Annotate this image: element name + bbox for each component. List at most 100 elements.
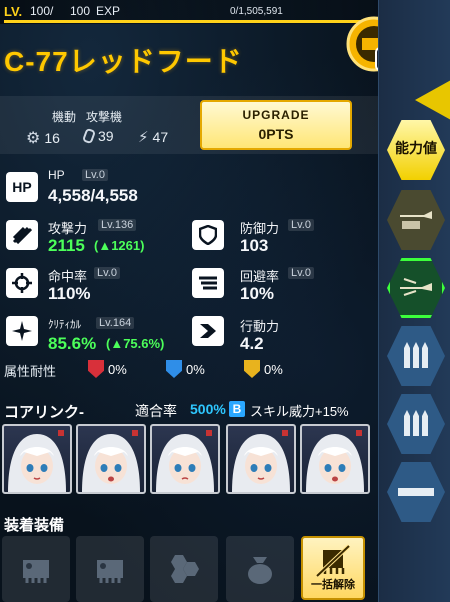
core-link-card[interactable] [2,424,72,494]
defense-lv: Lv.0 [288,219,314,231]
equip-slot-gear[interactable] [226,536,294,602]
attacker-label: 攻撃機 [86,110,123,124]
gear-value: 16 [44,130,60,146]
tab-ammo-2[interactable] [387,394,445,454]
weight-stat: 39 [81,127,114,145]
exp-bar [4,20,364,23]
accuracy-name: 命中率 [48,269,88,284]
character-portrait [156,430,214,492]
hp-lv: Lv.0 [82,169,108,181]
level-label: LV. [4,4,23,19]
exp-label: EXP [96,4,121,18]
level-bar: LV. 100 / 100 EXP 0/1,505,591 [0,0,378,24]
tab-ammo-1-hex [387,326,445,386]
exp-points: 0/1,505,591 [230,6,283,17]
critical-lv: Lv.164 [96,317,135,329]
tab-ammo-1[interactable] [387,326,445,386]
core-link-card[interactable] [226,424,296,494]
ice-resist-value: 0% [186,361,205,377]
character-portrait [232,430,290,492]
upgrade-button[interactable]: UPGRADE 0PTS [200,100,352,150]
core-link-card[interactable] [76,424,146,494]
critical-name: ｸﾘﾃｨｶﾙ [48,319,81,331]
attack-lv: Lv.136 [98,219,137,231]
core-link-card[interactable] [300,424,370,494]
ice-resist: 0% [166,360,205,378]
tab-empty[interactable] [387,462,445,522]
weight-icon [81,127,97,145]
unequip-all-label: 一括解除 [311,579,355,591]
gear-stat: ⚙ 16 [26,128,60,148]
attack-bonus: (▲1261) [94,238,145,253]
critical-bonus: (▲75.6%) [106,336,165,351]
chip-icon [23,560,49,583]
evasion-lv: Lv.0 [288,267,314,279]
bar-icon [398,488,434,496]
main-panel: LV. 100 / 100 EXP 0/1,505,591 C-77レッドフード… [0,0,378,602]
mobility-label: 機動 [52,110,77,124]
core-link-label: コアリンク- [4,404,84,421]
bolt-value: 47 [152,129,169,145]
upgrade-label: UPGRADE [242,108,310,122]
level-value: 100 [30,4,51,18]
level-separator: / [50,4,54,18]
core-link-card[interactable] [150,424,220,494]
critical-value: 85.6% [48,334,97,353]
bolt-icon: ⚡ [138,129,149,146]
character-portrait [82,430,140,492]
electric-resist: 0% [244,360,283,378]
evasion-name: 回避率 [240,269,280,284]
equip-slot-os[interactable] [150,536,218,602]
critical-icon [6,316,38,346]
chip-icon [97,560,123,583]
defense-icon [192,220,224,250]
upgrade-points: 0PTS [258,126,294,142]
hp-name: HP [48,168,65,182]
tab-weapon[interactable] [387,190,445,250]
equipment-label: 装着装備 [4,517,65,534]
ammo-icon [404,410,428,436]
gear-icon: ⚙ [26,130,41,147]
tab-skill[interactable] [387,258,445,318]
action-icon [192,316,224,346]
equip-slot-chip[interactable] [76,536,144,602]
hp-value: 4,558/4,558 [48,186,138,205]
unequip-all-button[interactable]: 一括解除 [301,536,365,600]
weight-value: 39 [98,128,114,144]
evasion-icon [192,268,224,298]
unit-name: C-77レッドフード [4,46,243,77]
tab-ability[interactable]: 能力値 [387,120,445,180]
ice-shield-icon [166,360,182,378]
accuracy-icon [6,268,38,298]
electric-resist-value: 0% [264,361,283,377]
compatibility-value: 500% [190,401,226,417]
hp-icon: HP [6,172,38,202]
action-value: 4.2 [240,334,264,353]
hexagon-cluster-icon [171,555,199,583]
tab-weapon-hex [387,190,445,250]
tab-ability-label: 能力値 [395,140,437,156]
electric-shield-icon [244,360,260,378]
tab-rail: 能力値 [378,0,450,602]
exp-bar-fill [4,20,364,23]
max-level: 100 [70,4,91,18]
speed-stat: ⚡ 47 [138,128,168,146]
equip-slot-chip[interactable] [2,536,70,602]
fire-shield-icon [88,360,104,378]
weapon-icon [400,211,432,229]
fire-resist: 0% [88,360,127,378]
accuracy-value: 110% [48,284,91,303]
ammo-icon [404,342,428,368]
attack-icon [6,220,38,250]
bag-icon [248,557,272,584]
action-name: 行動力 [240,319,280,334]
resist-label: 属性耐性 [4,364,57,379]
attack-name: 攻撃力 [48,221,88,236]
tab-empty-hex [387,462,445,522]
tab-skill-hex [387,258,445,318]
missile-icon [400,278,432,296]
fire-resist-value: 0% [108,361,127,377]
skill-badge: B [229,401,245,417]
character-portrait [8,430,66,492]
tab-ammo-2-hex [387,394,445,454]
